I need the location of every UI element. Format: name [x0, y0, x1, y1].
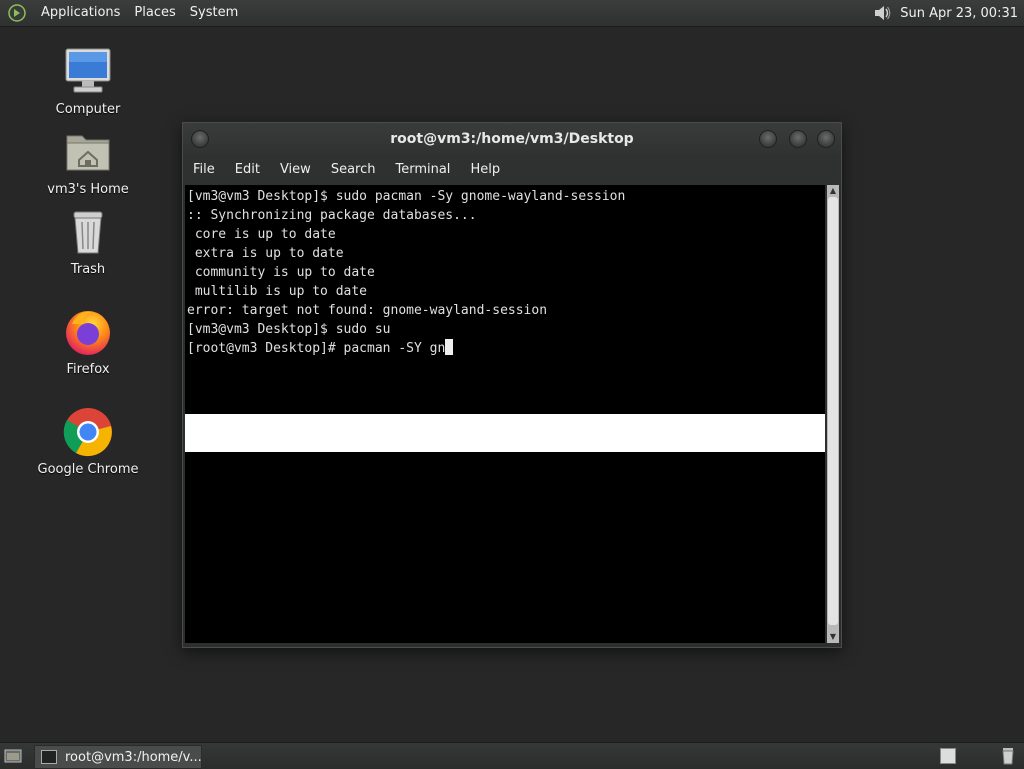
- terminal-prompt-line: [root@vm3 Desktop]# pacman -SY gn: [187, 339, 454, 358]
- terminal-menubar: File Edit View Search Terminal Help: [183, 155, 841, 185]
- clock[interactable]: Sun Apr 23, 00:31: [900, 6, 1018, 21]
- terminal-scrollbar[interactable]: ▲ ▼: [827, 185, 839, 643]
- terminal-input-text: [root@vm3 Desktop]# pacman -SY gn: [187, 341, 446, 356]
- terminal-line: :: Synchronizing package databases...: [187, 208, 477, 223]
- terminal-line: core is up to date: [187, 227, 336, 242]
- desktop-icon-label: Trash: [70, 262, 106, 277]
- chrome-icon: [63, 408, 112, 457]
- maximize-button[interactable]: [789, 130, 807, 148]
- top-panel: Applications Places System Sun Apr 23, 0…: [0, 0, 1024, 27]
- places-menu[interactable]: Places: [127, 0, 182, 26]
- trash-applet-icon[interactable]: [1000, 747, 1016, 765]
- terminal-icon: [41, 750, 57, 764]
- desktop-icon-trash[interactable]: Trash: [28, 206, 148, 277]
- applications-menu[interactable]: Applications: [34, 0, 127, 26]
- window-titlebar[interactable]: root@vm3:/home/vm3/Desktop: [183, 123, 841, 155]
- home-folder-icon: [66, 135, 110, 171]
- terminal-line: [vm3@vm3 Desktop]$ sudo pacman -Sy gnome…: [187, 189, 626, 204]
- desktop-icon-label: Firefox: [66, 362, 110, 377]
- trash-icon: [73, 211, 103, 254]
- menu-edit[interactable]: Edit: [225, 155, 270, 185]
- terminal-line: multilib is up to date: [187, 284, 368, 299]
- menu-help[interactable]: Help: [460, 155, 510, 185]
- desktop-icon-label: Computer: [55, 102, 121, 117]
- window-title: root@vm3:/home/vm3/Desktop: [390, 131, 634, 147]
- mate-logo-icon[interactable]: [8, 4, 26, 22]
- desktop-icon-label: vm3's Home: [47, 182, 129, 197]
- show-desktop-icon[interactable]: [4, 747, 22, 765]
- taskbar-label: root@vm3:/home/v...: [65, 749, 202, 765]
- close-button[interactable]: [817, 130, 835, 148]
- system-menu[interactable]: System: [183, 0, 245, 26]
- menu-terminal[interactable]: Terminal: [385, 155, 460, 185]
- volume-icon[interactable]: [872, 3, 892, 23]
- terminal-line: [vm3@vm3 Desktop]$ sudo su: [187, 322, 391, 337]
- terminal-line: community is up to date: [187, 265, 375, 280]
- menu-file[interactable]: File: [183, 155, 225, 185]
- terminal-line: error: target not found: gnome-wayland-s…: [187, 303, 548, 318]
- window-menu-icon[interactable]: [191, 130, 209, 148]
- firefox-icon: [66, 311, 110, 355]
- minimize-button[interactable]: [759, 130, 777, 148]
- text-cursor: [445, 339, 454, 355]
- desktop-icon-chrome[interactable]: Google Chrome: [28, 406, 148, 477]
- scroll-down-arrow-icon[interactable]: ▼: [827, 631, 839, 643]
- scroll-up-arrow-icon[interactable]: ▲: [827, 185, 839, 197]
- desktop-icon-computer[interactable]: Computer: [28, 46, 148, 117]
- taskbar-terminal-button[interactable]: root@vm3:/home/v...: [34, 745, 202, 769]
- terminal-output[interactable]: [vm3@vm3 Desktop]$ sudo pacman -Sy gnome…: [185, 185, 825, 643]
- desktop-icon-home[interactable]: vm3's Home: [28, 126, 148, 197]
- rendering-artifact-band: [185, 414, 825, 452]
- menu-view[interactable]: View: [270, 155, 321, 185]
- scrollbar-thumb[interactable]: [828, 197, 838, 625]
- workspace-switcher[interactable]: [940, 748, 956, 764]
- terminal-window[interactable]: root@vm3:/home/vm3/Desktop File Edit Vie…: [182, 122, 842, 648]
- menu-search[interactable]: Search: [321, 155, 386, 185]
- desktop-icon-label: Google Chrome: [37, 462, 139, 477]
- terminal-line: extra is up to date: [187, 246, 344, 261]
- bottom-panel: root@vm3:/home/v...: [0, 742, 1024, 769]
- desktop-icon-firefox[interactable]: Firefox: [28, 306, 148, 377]
- computer-icon: [65, 48, 111, 93]
